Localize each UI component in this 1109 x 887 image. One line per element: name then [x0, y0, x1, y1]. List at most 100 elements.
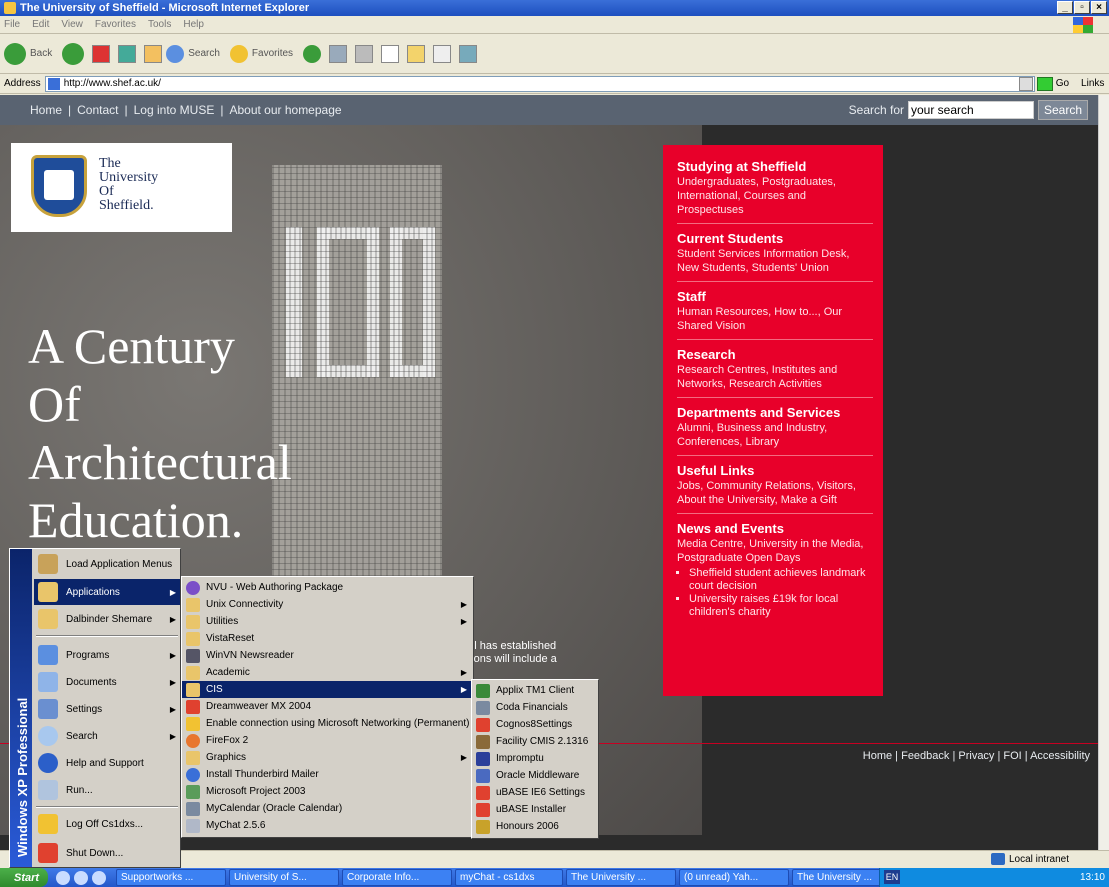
cis-item[interactable]: Applix TM1 Client — [472, 682, 598, 699]
app-item[interactable]: WinVN Newsreader — [182, 647, 473, 664]
nav-home[interactable]: Home — [30, 103, 62, 117]
cis-item[interactable]: Coda Financials — [472, 699, 598, 716]
address-input[interactable]: http://www.shef.ac.uk/ — [44, 75, 1035, 92]
start-item-documents[interactable]: Documents ▶ — [34, 669, 180, 695]
search-icon[interactable] — [166, 44, 185, 63]
start-item-user[interactable]: Dalbinder Shemare ▶ — [34, 606, 180, 632]
back-button-label[interactable]: Back — [30, 48, 52, 59]
section-links[interactable]: Student Services Information Desk, New S… — [677, 247, 873, 275]
task-button[interactable]: Supportworks ... — [116, 869, 226, 886]
section-links[interactable]: Research Centres, Institutes and Network… — [677, 363, 873, 391]
history-icon[interactable] — [329, 44, 348, 63]
start-item-help[interactable]: Help and Support — [34, 750, 180, 776]
cis-item[interactable]: Facility CMIS 2.1316 — [472, 733, 598, 750]
menu-edit[interactable]: Edit — [32, 19, 49, 30]
back-arrow-icon[interactable] — [4, 42, 26, 65]
nav-log-into-muse[interactable]: Log into MUSE — [134, 103, 215, 117]
start-item-load-menus[interactable]: Load Application Menus — [34, 551, 180, 577]
language-indicator[interactable]: EN — [884, 870, 900, 884]
cis-item[interactable]: uBASE IE6 Settings — [472, 784, 598, 801]
app-item[interactable]: MyChat 2.5.6 — [182, 817, 473, 834]
address-dropdown-icon[interactable] — [1018, 76, 1033, 91]
messenger-icon[interactable] — [459, 44, 478, 63]
favorites-button-label[interactable]: Favorites — [252, 48, 293, 59]
section-title[interactable]: Research — [677, 347, 873, 362]
vertical-scrollbar[interactable] — [1098, 95, 1109, 850]
restore-button[interactable]: ▫ — [1074, 1, 1090, 14]
section-title[interactable]: News and Events — [677, 521, 873, 536]
app-item[interactable]: VistaReset — [182, 630, 473, 647]
section-links[interactable]: Undergraduates, Postgraduates, Internati… — [677, 175, 873, 217]
mail-icon[interactable] — [355, 44, 374, 63]
clock[interactable]: 13:10 — [1080, 872, 1105, 883]
menu-favorites[interactable]: Favorites — [95, 19, 136, 30]
search-button[interactable]: Search — [1038, 100, 1088, 120]
cis-item[interactable]: Impromptu — [472, 750, 598, 767]
menu-view[interactable]: View — [61, 19, 83, 30]
start-item-programs[interactable]: Programs ▶ — [34, 642, 180, 668]
favorites-star-icon[interactable] — [229, 44, 248, 63]
start-item-settings[interactable]: Settings ▶ — [34, 696, 180, 722]
app-item[interactable]: Academic ▶ — [182, 664, 473, 681]
media-icon[interactable] — [303, 44, 322, 63]
folder-icon[interactable] — [407, 44, 426, 63]
links-button[interactable]: Links — [1081, 78, 1104, 89]
task-button[interactable]: (0 unread) Yah... — [679, 869, 789, 886]
app-item-cis[interactable]: CIS ▶ — [182, 681, 473, 698]
app-item[interactable]: Install Thunderbird Mailer — [182, 766, 473, 783]
section-links[interactable]: Media Centre, University in the Media, P… — [677, 537, 873, 565]
start-item-search[interactable]: Search ▶ — [34, 723, 180, 749]
menu-tools[interactable]: Tools — [148, 19, 171, 30]
app-item[interactable]: Enable connection using Microsoft Networ… — [182, 715, 473, 732]
search-button-label[interactable]: Search — [188, 48, 220, 59]
nav-contact[interactable]: Contact — [77, 103, 118, 117]
section-title[interactable]: Staff — [677, 289, 873, 304]
section-title[interactable]: Useful Links — [677, 463, 873, 478]
section-links[interactable]: Jobs, Community Relations, Visitors, Abo… — [677, 479, 873, 507]
media-launch-icon[interactable] — [92, 870, 106, 885]
cis-item[interactable]: Oracle Middleware — [472, 767, 598, 784]
task-button[interactable]: The University ... — [566, 869, 676, 886]
show-desktop-icon[interactable] — [56, 870, 70, 885]
app-item[interactable]: Utilities ▶ — [182, 613, 473, 630]
task-button[interactable]: myChat - cs1dxs — [455, 869, 563, 886]
cis-item[interactable]: Honours 2006 — [472, 818, 598, 835]
cis-item[interactable]: uBASE Installer — [472, 801, 598, 818]
university-logo[interactable]: The University Of Sheffield. — [11, 143, 232, 232]
home-icon[interactable] — [144, 44, 163, 63]
section-links[interactable]: Alumni, Business and Industry, Conferenc… — [677, 421, 873, 449]
menu-help[interactable]: Help — [183, 19, 204, 30]
task-button[interactable]: Corporate Info... — [342, 869, 452, 886]
task-button[interactable]: University of S... — [229, 869, 339, 886]
close-button[interactable]: × — [1091, 1, 1107, 14]
section-title[interactable]: Current Students — [677, 231, 873, 246]
refresh-icon[interactable] — [118, 44, 137, 63]
app-item[interactable]: FireFox 2 — [182, 732, 473, 749]
app-item[interactable]: NVU - Web Authoring Package — [182, 579, 473, 596]
app-item[interactable]: Graphics ▶ — [182, 749, 473, 766]
research-icon[interactable] — [433, 44, 452, 63]
footer-links[interactable]: Home | Feedback | Privacy | FOI | Access… — [863, 750, 1090, 762]
cis-item[interactable]: Cognos8Settings — [472, 716, 598, 733]
app-item[interactable]: Dreamweaver MX 2004 — [182, 698, 473, 715]
search-input[interactable] — [908, 101, 1034, 119]
start-item-applications[interactable]: Applications ▶ — [34, 579, 180, 605]
section-title[interactable]: Studying at Sheffield — [677, 159, 873, 174]
app-item[interactable]: Unix Connectivity ▶ — [182, 596, 473, 613]
go-arrow-icon[interactable] — [1036, 76, 1053, 91]
start-item-shutdown[interactable]: Shut Down... — [34, 840, 180, 866]
forward-arrow-icon[interactable] — [62, 42, 85, 65]
stop-icon[interactable] — [92, 44, 111, 63]
app-item[interactable]: MyCalendar (Oracle Calendar) — [182, 800, 473, 817]
menu-file[interactable]: File — [4, 19, 20, 30]
section-links[interactable]: Human Resources, How to..., Our Shared V… — [677, 305, 873, 333]
start-button[interactable]: Start — [0, 868, 48, 887]
app-item[interactable]: Microsoft Project 2003 — [182, 783, 473, 800]
ie-launch-icon[interactable] — [74, 870, 88, 885]
print-icon[interactable] — [381, 44, 400, 63]
news-item[interactable]: University raises £19k for local childre… — [689, 593, 873, 619]
section-title[interactable]: Departments and Services — [677, 405, 873, 420]
start-item-logoff[interactable]: Log Off Cs1dxs... — [34, 811, 180, 837]
go-button[interactable]: Go — [1056, 78, 1069, 89]
nav-about-homepage[interactable]: About our homepage — [229, 103, 341, 117]
